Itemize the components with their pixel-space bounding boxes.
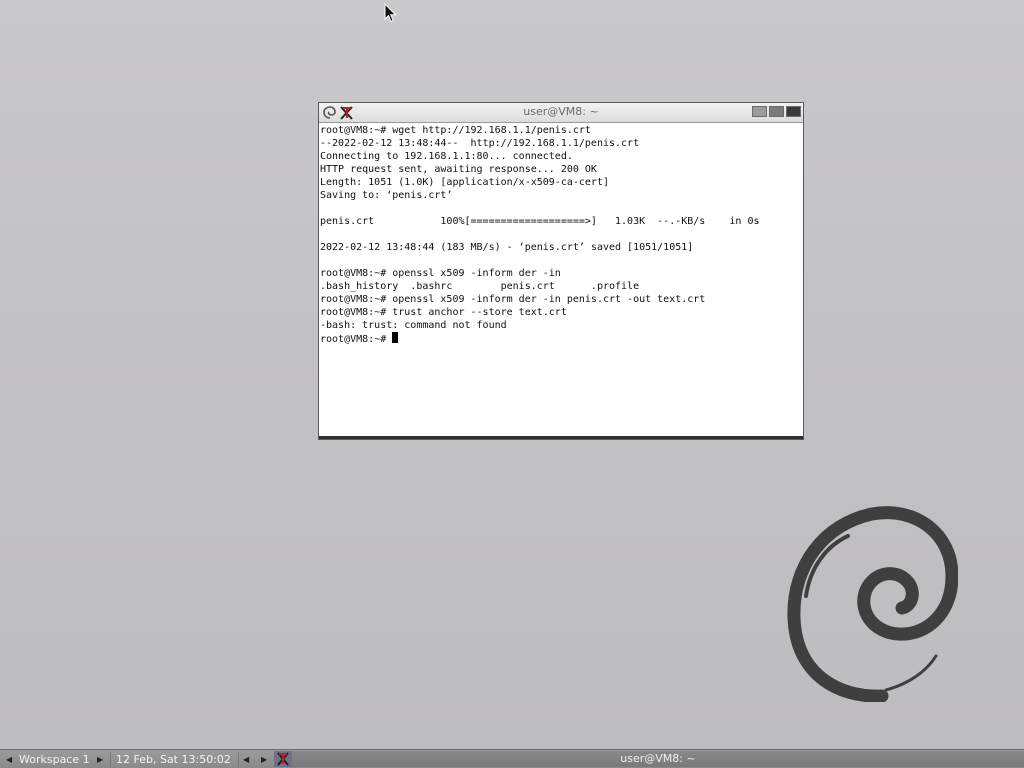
terminal-line: 2022-02-12 13:48:44 (183 MB/s) - ‘penis.… [320,242,694,253]
terminal-line: HTTP request sent, awaiting response... … [320,164,597,175]
taskbar-divider [238,752,239,767]
taskbar-divider [110,752,111,767]
previous-task-icon[interactable]: ◀ [243,752,249,767]
terminal-line: .bash_history .bashrc penis.crt .profile [320,281,640,292]
next-task-icon[interactable]: ▶ [261,752,267,767]
terminal-line: Length: 1051 (1.0K) [application/x-x509-… [320,177,609,188]
terminal-line: root@VM8:~# openssl x509 -inform der -in… [320,294,706,305]
terminal-titlebar[interactable]: user@VM8: ~ [319,103,803,123]
terminal-title: user@VM8: ~ [523,105,599,118]
next-workspace-icon[interactable]: ▶ [97,752,103,767]
workspace-label[interactable]: Workspace 1 [19,752,90,767]
terminal-line: penis.crt 100%[===================>] 1.0… [320,216,760,227]
terminal-line: root@VM8:~# wget http://192.168.1.1/peni… [320,125,591,136]
maximize-button[interactable] [769,106,784,117]
terminal-line: Connecting to 192.168.1.1:80... connecte… [320,151,573,162]
task-icon[interactable] [274,751,292,767]
terminal-prompt: root@VM8:~# [320,334,393,345]
terminal-line: root@VM8:~# openssl x509 -inform der -in [320,268,561,279]
terminal-output[interactable]: root@VM8:~# wget http://192.168.1.1/peni… [320,124,801,436]
terminal-line: root@VM8:~# trust anchor --store text.cr… [320,307,567,318]
text-cursor [392,332,399,343]
terminal-line: Saving to: ‘penis.crt’ [320,190,453,201]
close-button[interactable] [786,106,801,117]
minimize-button[interactable] [752,106,767,117]
clock[interactable]: 12 Feb, Sat 13:50:02 [116,752,231,767]
taskbar-task-terminal[interactable]: user@VM8: ~ [292,751,1024,767]
mouse-pointer-icon [384,3,397,23]
previous-workspace-icon[interactable]: ◀ [6,752,12,767]
terminal-window[interactable]: user@VM8: ~ root@VM8:~# wget http://192.… [318,102,804,440]
terminal-line: -bash: trust: command not found [320,320,507,331]
desktop: user@VM8: ~ root@VM8:~# wget http://192.… [0,0,1024,749]
xterm-icon [277,752,289,766]
terminal-prompt-line[interactable]: root@VM8:~# [320,332,801,345]
terminal-bottom-border [319,436,803,439]
terminal-line: --2022-02-12 13:48:44-- http://192.168.1… [320,138,640,149]
taskbar: ◀ Workspace 1 ▶ 12 Feb, Sat 13:50:02 ◀ ▶… [0,749,1024,768]
debian-swirl-icon [787,506,958,702]
